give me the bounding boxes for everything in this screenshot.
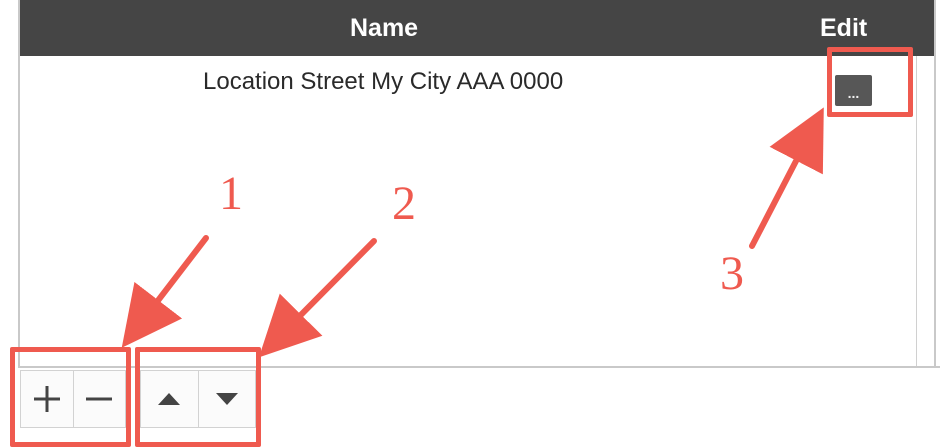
annotation-label-3: 3 bbox=[720, 247, 744, 300]
annotation-box-2 bbox=[135, 347, 261, 447]
name-column-header[interactable]: Name bbox=[350, 14, 418, 43]
annotation-box-1 bbox=[10, 347, 131, 447]
screenshot-stage: Name Edit Location Street My City AAA 00… bbox=[0, 0, 940, 447]
table-row[interactable]: Location Street My City AAA 0000 bbox=[20, 56, 934, 112]
annotation-box-3 bbox=[827, 47, 913, 117]
location-name-cell: Location Street My City AAA 0000 bbox=[203, 68, 564, 95]
locations-table: Name Edit Location Street My City AAA 00… bbox=[18, 0, 936, 366]
table-header: Name Edit bbox=[20, 0, 934, 56]
edit-column-header[interactable]: Edit bbox=[820, 14, 867, 43]
annotation-label-1: 1 bbox=[219, 167, 243, 220]
annotation-label-2: 2 bbox=[392, 177, 416, 230]
